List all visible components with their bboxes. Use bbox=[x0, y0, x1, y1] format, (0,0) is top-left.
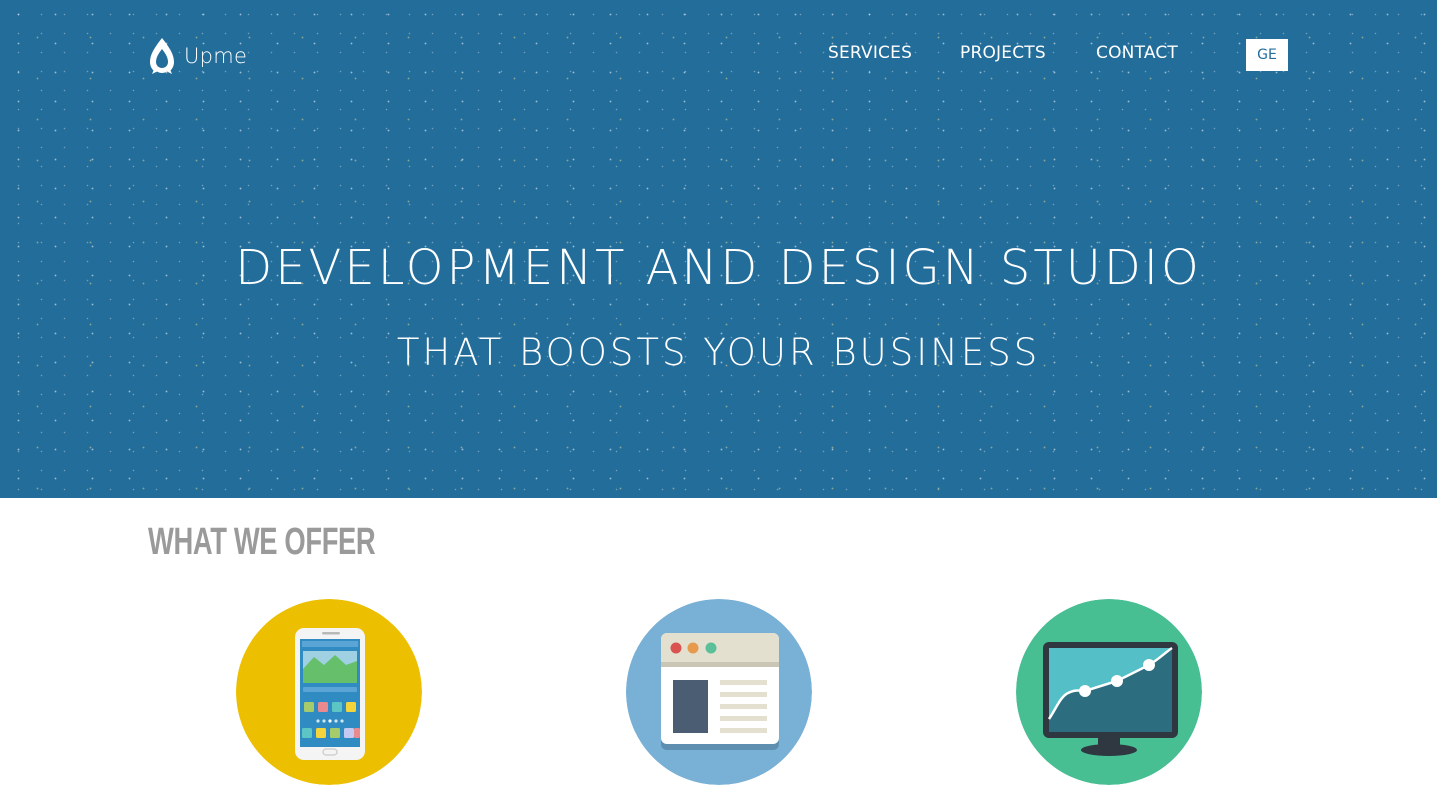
mobile-app-icon bbox=[236, 599, 422, 785]
hero-banner: Upme SERVICES PROJECTS CONTACT GE DEVELO… bbox=[0, 0, 1437, 498]
hero-subtitle: THAT BOOSTS YOUR BUSINESS bbox=[396, 331, 1041, 374]
nav-link-services[interactable]: SERVICES bbox=[828, 43, 912, 63]
service-mobile-app[interactable] bbox=[236, 599, 422, 785]
nav-link-contact[interactable]: CONTACT bbox=[1096, 43, 1178, 63]
brand-logo[interactable]: Upme bbox=[148, 37, 247, 75]
nav-link-projects[interactable]: PROJECTS bbox=[960, 43, 1046, 63]
service-web-design[interactable] bbox=[626, 599, 812, 785]
section-title-what-we-offer: WHAT WE OFFER bbox=[148, 521, 376, 563]
analytics-monitor-icon bbox=[1016, 599, 1202, 785]
hero-title: DEVELOPMENT AND DESIGN STUDIO bbox=[235, 240, 1202, 296]
service-analytics[interactable] bbox=[1016, 599, 1202, 785]
language-button[interactable]: GE bbox=[1246, 39, 1288, 71]
brand-name: Upme bbox=[184, 44, 248, 68]
web-browser-icon bbox=[626, 599, 812, 785]
droplet-logo-icon bbox=[150, 38, 174, 74]
